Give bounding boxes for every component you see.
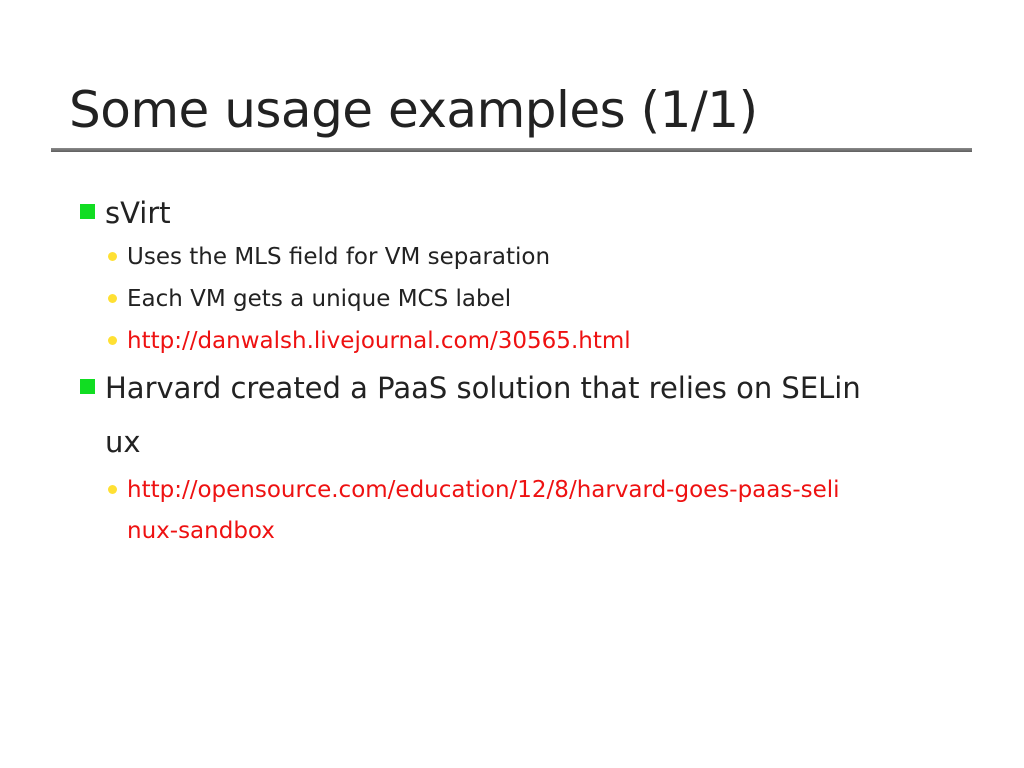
title-divider bbox=[51, 148, 972, 152]
yellow-dot-bullet-icon bbox=[108, 485, 117, 494]
bullet-harvard-line2: ux bbox=[105, 425, 141, 459]
subbullet-mls-field: Uses the MLS field for VM separation bbox=[127, 244, 551, 270]
green-square-bullet-icon bbox=[80, 379, 95, 394]
bullet-svirt: sVirt bbox=[105, 196, 171, 230]
bullet-harvard-line1: Harvard created a PaaS solution that rel… bbox=[105, 371, 861, 405]
subbullet-mcs-label: Each VM gets a unique MCS label bbox=[127, 286, 512, 312]
slide-title: Some usage examples (1/1) bbox=[69, 81, 758, 139]
link-danwalsh[interactable]: http://danwalsh.livejournal.com/30565.ht… bbox=[127, 320, 947, 362]
green-square-bullet-icon bbox=[80, 204, 95, 219]
slide: Some usage examples (1/1) sVirt Uses the… bbox=[0, 0, 1024, 768]
link-opensource-line1[interactable]: http://opensource.com/education/12/8/har… bbox=[127, 469, 947, 511]
yellow-dot-bullet-icon bbox=[108, 294, 117, 303]
yellow-dot-bullet-icon bbox=[108, 336, 117, 345]
yellow-dot-bullet-icon bbox=[108, 252, 117, 261]
link-opensource-line2[interactable]: nux-sandbox bbox=[127, 510, 947, 552]
